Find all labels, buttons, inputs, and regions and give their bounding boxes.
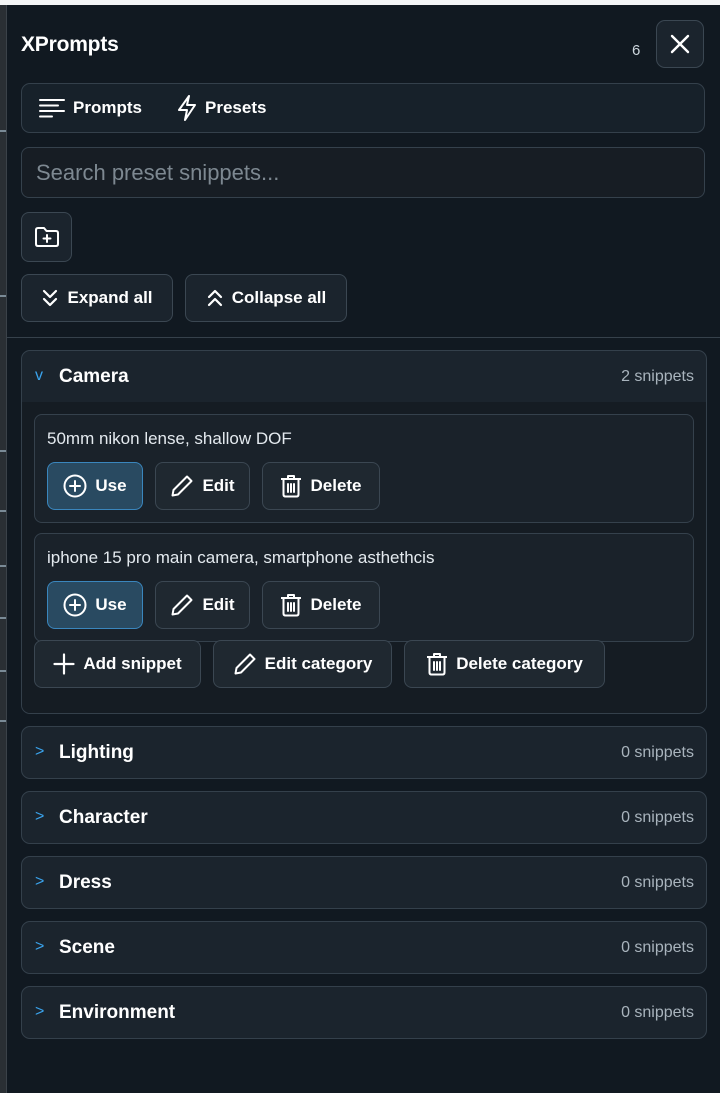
panel-title: XPrompts [21,33,119,56]
plus-icon [53,653,75,675]
expand-all-button[interactable]: Expand all [21,274,173,322]
plus-circle-icon [63,593,87,617]
delete-category-button[interactable]: Delete category [404,640,605,688]
category-name: Dress [59,872,112,893]
category-snippet-count: 0 snippets [621,809,694,826]
trash-icon [281,475,302,498]
use-label: Use [95,476,127,495]
category-header-character[interactable]: > Character 0 snippets [22,792,706,843]
category-header-scene[interactable]: > Scene 0 snippets [22,922,706,973]
tab-presets[interactable]: Presets [177,84,266,132]
expand-all-label: Expand all [67,288,153,307]
add-snippet-label: Add snippet [83,654,182,673]
edit-snippet-button[interactable]: Edit [155,581,250,629]
trash-icon [427,653,448,676]
delete-snippet-button[interactable]: Delete [262,581,380,629]
category-snippet-count: 0 snippets [621,744,694,761]
close-icon [670,34,690,54]
chevron-down-icon: v [35,367,43,384]
delete-snippet-button[interactable]: Delete [262,462,380,510]
category-snippet-count: 0 snippets [621,874,694,891]
category-header-dress[interactable]: > Dress 0 snippets [22,857,706,908]
category-snippet-count: 0 snippets [621,939,694,956]
xprompts-panel: XPrompts 6 Prompts Presets Exp [7,5,720,1093]
category-body-camera: 50mm nikon lense, shallow DOF Use Edit D… [22,402,706,713]
add-snippet-button[interactable]: Add snippet [34,640,201,688]
edit-label: Edit [202,476,235,495]
prompt-count-badge: 6 [632,42,641,59]
snippet-text: 50mm nikon lense, shallow DOF [47,429,292,448]
category-snippet-count: 2 snippets [621,368,694,385]
edit-snippet-button[interactable]: Edit [155,462,250,510]
category-header-camera[interactable]: v Camera 2 snippets [22,351,706,402]
search-input[interactable] [21,147,705,198]
delete-label: Delete [310,595,362,614]
snippet-item: iphone 15 pro main camera, smartphone as… [34,533,694,642]
category-name: Character [59,807,148,828]
tab-prompts-label: Prompts [73,98,142,117]
category-scene: > Scene 0 snippets [21,921,707,974]
pencil-icon [234,653,256,675]
divider [7,337,720,338]
pencil-icon [171,475,193,497]
chevrons-down-icon [43,289,58,307]
use-label: Use [95,595,127,614]
category-name: Environment [59,1002,176,1023]
edit-category-label: Edit category [264,654,373,673]
edit-label: Edit [202,595,235,614]
tab-prompts[interactable]: Prompts [39,84,142,132]
category-character: > Character 0 snippets [21,791,707,844]
delete-label: Delete [310,476,362,495]
category-snippet-count: 0 snippets [621,1004,694,1021]
use-snippet-button[interactable]: Use [47,581,143,629]
collapse-all-label: Collapse all [231,288,327,307]
plus-circle-icon [63,474,87,498]
background-app-strip [0,5,7,1093]
category-header-environment[interactable]: > Environment 0 snippets [22,987,706,1038]
trash-icon [281,594,302,617]
category-name: Scene [59,937,115,958]
chevron-right-icon: > [35,873,45,890]
delete-category-label: Delete category [456,654,583,673]
use-snippet-button[interactable]: Use [47,462,143,510]
edit-category-button[interactable]: Edit category [213,640,392,688]
snippet-text: iphone 15 pro main camera, smartphone as… [47,548,435,567]
category-environment: > Environment 0 snippets [21,986,707,1039]
category-name: Lighting [59,742,134,763]
category-name: Camera [59,366,129,387]
add-category-button[interactable] [21,212,72,262]
chevron-right-icon: > [35,1003,45,1020]
lightning-icon [178,95,196,121]
category-lighting: > Lighting 0 snippets [21,726,707,779]
category-camera: v Camera 2 snippets 50mm nikon lense, sh… [21,350,707,714]
chevron-right-icon: > [35,743,45,760]
tab-presets-label: Presets [205,98,267,117]
folder-plus-icon [34,227,59,247]
pencil-icon [171,594,193,616]
collapse-all-button[interactable]: Collapse all [185,274,347,322]
chevron-right-icon: > [35,938,45,955]
close-button[interactable] [656,20,704,68]
chevrons-up-icon [207,289,222,307]
list-lines-icon [39,99,65,118]
category-header-lighting[interactable]: > Lighting 0 snippets [22,727,706,778]
category-dress: > Dress 0 snippets [21,856,707,909]
chevron-right-icon: > [35,808,45,825]
snippet-item: 50mm nikon lense, shallow DOF Use Edit D… [34,414,694,523]
tab-bar: Prompts Presets [21,83,705,133]
